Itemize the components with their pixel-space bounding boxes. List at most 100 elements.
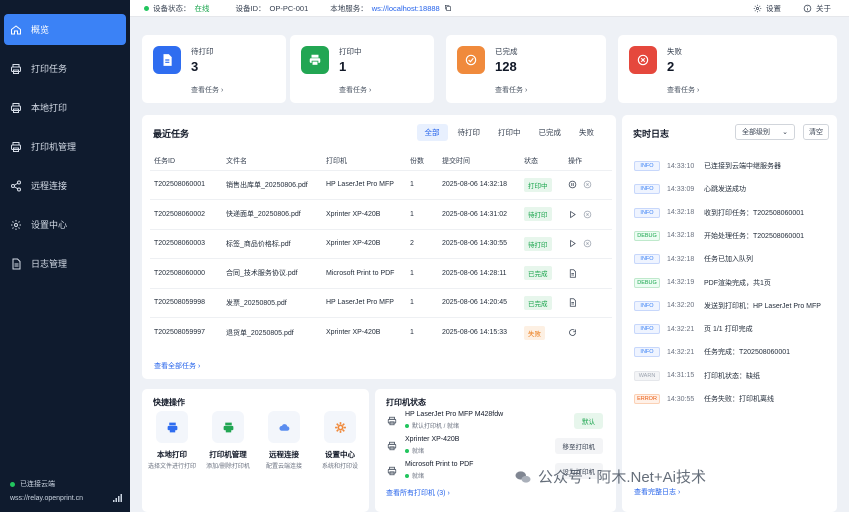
quick-settings[interactable]: 设置中心 系统和打印设: [312, 411, 368, 471]
status-badge: 已完成: [524, 266, 552, 281]
doc-icon[interactable]: [568, 298, 583, 307]
retry-icon[interactable]: [568, 328, 583, 337]
clear-logs-button[interactable]: 清空: [803, 124, 829, 140]
about-button[interactable]: 关于: [803, 3, 831, 14]
table-row[interactable]: T202508060003 标签_商品价格标.pdf Xprinter XP-420…: [150, 228, 612, 259]
recent-tasks-panel: 最近任务 全部 待打印 打印中 已完成 失败 任务ID 文件名 打印机 份数 提…: [142, 115, 616, 379]
task-copies: 1: [406, 199, 438, 229]
task-id: T202508060002: [150, 199, 222, 229]
task-id: T202508060003: [150, 228, 222, 259]
log-message: 已连接到云端中继服务器: [704, 163, 781, 170]
tab-printing[interactable]: 打印中: [490, 124, 529, 141]
device-id-value: OP-PC-001: [269, 3, 309, 13]
quick-actions-panel: 快捷操作 本地打印 选择文件进行打印 打印机管理 添加/删除打印机 远程连接 配…: [142, 389, 369, 512]
settings-button[interactable]: 设置: [753, 3, 781, 14]
table-header-row: 任务ID 文件名 打印机 份数 提交时间 状态 操作: [150, 152, 612, 170]
sidebar-item-printer-management[interactable]: 打印机管理: [4, 131, 126, 162]
quick-icon-box: [268, 411, 300, 443]
printer-icon: [387, 416, 397, 426]
stat-label: 打印中: [339, 47, 362, 56]
table-row[interactable]: T202508060001 销售出库单_20250806.pdf HP LaserJ…: [150, 169, 612, 200]
stat-label: 已完成: [495, 47, 518, 56]
doc-icon[interactable]: [568, 269, 583, 278]
default-printer-button[interactable]: 默认: [574, 413, 603, 429]
view-tasks-link[interactable]: 查看任务 ›: [495, 85, 527, 95]
col-printer: 打印机: [326, 157, 347, 165]
quick-printer-management[interactable]: 打印机管理 添加/删除打印机: [200, 411, 256, 471]
tab-all[interactable]: 全部: [416, 124, 448, 141]
view-all-tasks-link[interactable]: 查看全部任务 ›: [154, 361, 200, 371]
printer-icon: [167, 422, 177, 432]
view-tasks-text: 查看任务: [667, 87, 695, 94]
stat-icon-box: [629, 46, 657, 74]
play-icon[interactable]: [568, 239, 583, 248]
log-level-badge: INFO: [634, 207, 660, 218]
task-time: 2025-08-06 14:32:18: [438, 169, 520, 200]
cancel-icon[interactable]: [583, 239, 598, 248]
task-file: 销售出库单_20250806.pdf: [222, 169, 322, 200]
log-time: 14:32:19: [667, 279, 695, 286]
sidebar-item-local-print[interactable]: 本地打印: [4, 92, 126, 123]
table-row[interactable]: T202508060002 快递面单_20250806.pdf Xprinter X…: [150, 199, 612, 229]
log-level-badge: DEBUG: [634, 230, 660, 241]
task-actions: [568, 239, 612, 248]
view-all-printers-link[interactable]: 查看所有打印机 (3) ›: [386, 488, 450, 498]
local-service-label: 本地服务：: [330, 3, 368, 13]
log-level-badge: WARN: [634, 370, 660, 381]
tab-completed[interactable]: 已完成: [531, 124, 570, 141]
quick-local-print[interactable]: 本地打印 选择文件进行打印: [144, 411, 200, 471]
share-icon: [11, 180, 21, 191]
tab-failed[interactable]: 失败: [571, 124, 602, 141]
sidebar-item-remote-connection[interactable]: 远程连接: [4, 170, 126, 201]
log-level-select[interactable]: 全部级别 ⌄: [735, 124, 795, 140]
log-time: 14:31:15: [667, 372, 695, 380]
status-badge: 打印中: [524, 177, 552, 192]
copy-icon[interactable]: [444, 4, 452, 12]
log-entry: INFO 14:32:20 发送到打印机：HP LaserJet Pro MFP: [634, 300, 821, 312]
log-message: 打印机状态：缺纸: [704, 372, 760, 380]
stat-icon-box: [301, 46, 329, 74]
stat-value: 128: [495, 59, 517, 74]
quick-desc: 配置云端连接: [265, 464, 302, 470]
chevron-right-icon: ›: [696, 87, 700, 94]
log-message: 发送到打印机：HP LaserJet Pro MFP: [704, 302, 821, 310]
sidebar-item-print-tasks[interactable]: 打印任务: [4, 53, 126, 84]
log-level-badge: INFO: [634, 324, 660, 335]
task-actions: [568, 328, 612, 337]
view-tasks-link[interactable]: 查看任务 ›: [191, 85, 223, 95]
sidebar-item-settings[interactable]: 设置中心: [4, 209, 126, 240]
log-message: 任务已加入队列: [704, 256, 753, 264]
view-tasks-link[interactable]: 查看任务 ›: [667, 85, 699, 95]
cancel-icon[interactable]: [583, 210, 598, 219]
play-icon[interactable]: [568, 210, 583, 219]
log-level-badge: INFO: [634, 161, 660, 171]
device-status-label: 设备状态：: [153, 3, 191, 13]
log-message: 任务失败：打印机离线: [704, 396, 774, 403]
table-row[interactable]: T202508059997 退货单_20250805.pdf Xprinter XP…: [150, 317, 612, 347]
status-badge: 待打印: [524, 207, 552, 222]
printer-icon: [223, 422, 233, 432]
pause-icon[interactable]: [568, 180, 583, 189]
wechat-icon: [515, 470, 531, 483]
task-actions: [568, 298, 612, 307]
cancel-icon[interactable]: [583, 180, 598, 189]
move-printer-button[interactable]: 移至打印机: [554, 438, 603, 454]
task-actions: [568, 269, 612, 278]
view-full-log-link[interactable]: 查看完整日志 ›: [634, 487, 680, 497]
sidebar-item-overview[interactable]: 概览: [4, 14, 126, 45]
task-actions: [568, 210, 612, 219]
status-dot: [405, 473, 409, 478]
quick-remote-connection[interactable]: 远程连接 配置云端连接: [256, 411, 312, 471]
printer-status-text: 就绪: [412, 474, 425, 480]
log-level-value: 全部级别: [742, 129, 770, 136]
sidebar-item-label: 远程连接: [31, 181, 68, 191]
table-row[interactable]: T202508060000 合同_技术服务协议.pdf Microsoft Prin…: [150, 258, 612, 288]
sidebar-item-logs[interactable]: 日志管理: [4, 248, 126, 279]
realtime-logs-panel: 实时日志 全部级别 ⌄ 清空 INFO 14:33:10 已连接到云端中继服务器 IN…: [622, 115, 837, 512]
task-id: T202508060001: [150, 169, 222, 200]
table-row[interactable]: T202508059998 发票_20250805.pdf HP LaserJet …: [150, 287, 612, 318]
log-entry: INFO 14:32:21 页 1/1 打印完成: [634, 323, 753, 335]
tab-pending[interactable]: 待打印: [450, 124, 489, 141]
log-time: 14:32:20: [667, 302, 695, 310]
view-tasks-link[interactable]: 查看任务 ›: [339, 85, 371, 95]
